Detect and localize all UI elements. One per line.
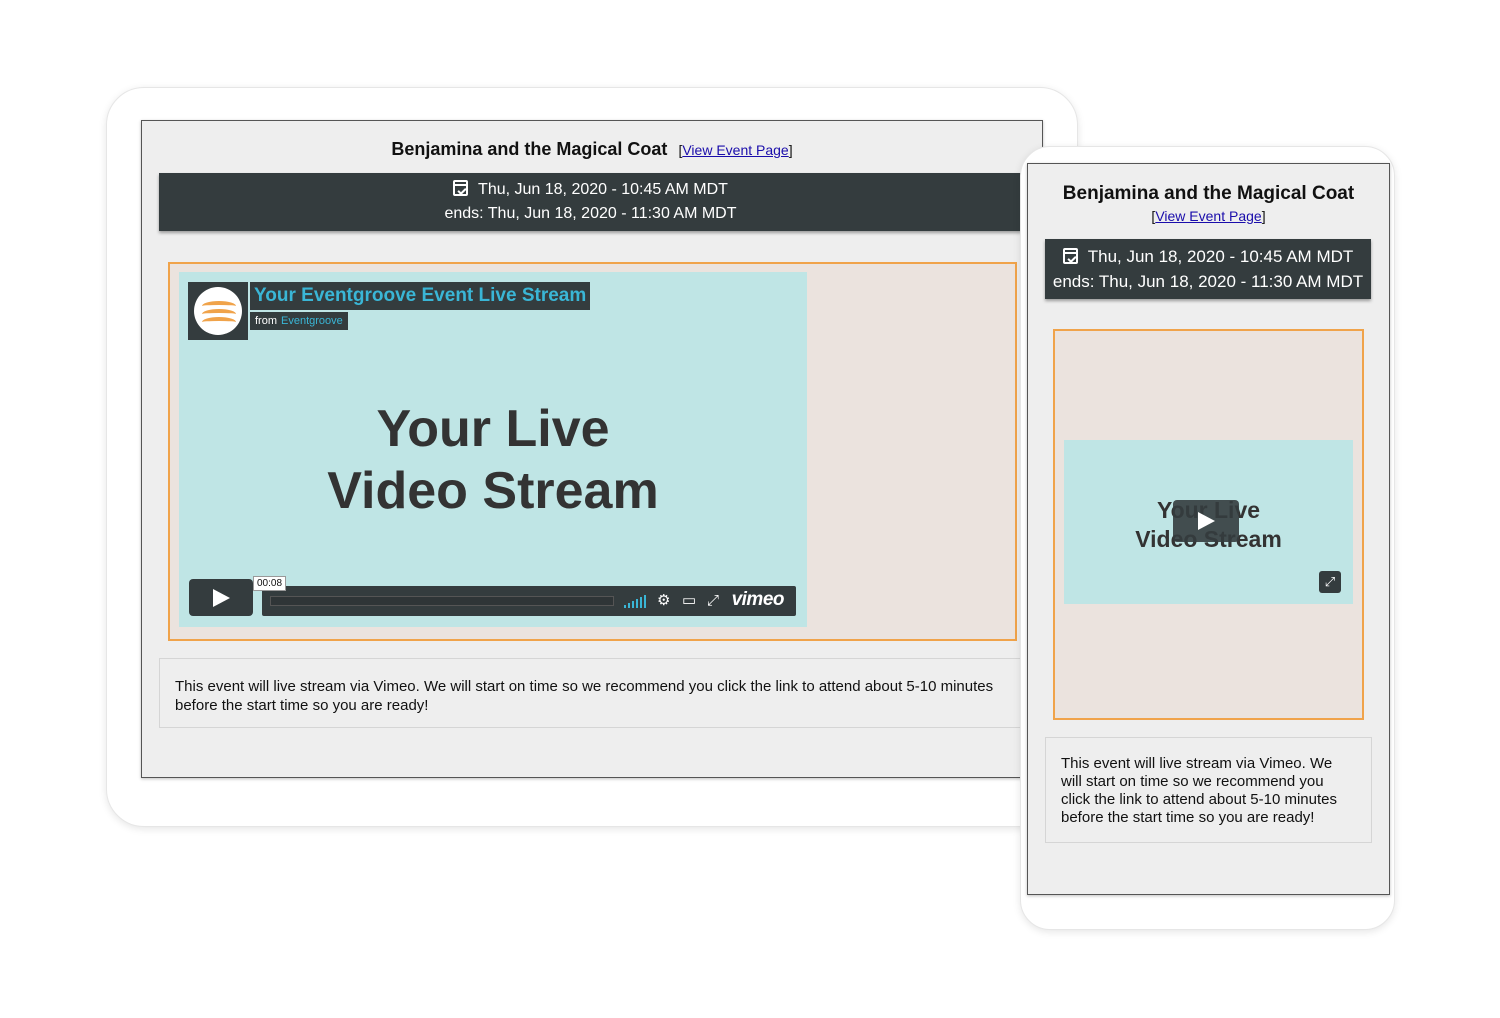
video-embed-frame: Your Eventgroove Event Live Stream from E… (168, 262, 1017, 641)
event-page-link-wrap: [View Event Page] (1028, 208, 1389, 224)
vimeo-logo[interactable]: vimeo (732, 589, 785, 611)
bracket-close: ] (1261, 208, 1266, 224)
event-date-bar: Thu, Jun 18, 2020 - 10:45 AM MDT ends: T… (159, 173, 1022, 231)
event-description: This event will live stream via Vimeo. W… (159, 658, 1023, 728)
airplay-icon[interactable]: ▭ (682, 592, 696, 610)
byline-channel-link[interactable]: Eventgroove (281, 315, 343, 327)
playback-timestamp: 00:08 (253, 576, 287, 591)
placeholder-line-2: Video Stream (327, 462, 659, 520)
event-header: Benjamina and the Magical Coat [View Eve… (142, 139, 1042, 160)
fullscreen-icon[interactable]: ⤢ (1319, 571, 1341, 593)
event-start-row: Thu, Jun 18, 2020 - 10:45 AM MDT (159, 178, 1022, 202)
event-title: Benjamina and the Magical Coat (1062, 183, 1355, 204)
phone-screen: Benjamina and the Magical Coat [View Eve… (1027, 163, 1390, 895)
event-title: Benjamina and the Magical Coat (391, 139, 668, 159)
player-controls-bar: ⚙ ▭ ⤢ vimeo (262, 586, 796, 616)
event-description: This event will live stream via Vimeo. W… (1045, 737, 1372, 843)
event-start-time: Thu, Jun 18, 2020 - 10:45 AM MDT (1087, 247, 1354, 266)
play-icon (213, 589, 230, 607)
eventgroove-logo-icon (194, 287, 242, 335)
tablet-screen: Benjamina and the Magical Coat [View Eve… (141, 120, 1043, 778)
play-icon (1198, 512, 1215, 530)
placeholder-line-1: Your Live (376, 400, 610, 458)
video-player[interactable]: Your Live Video Stream ⤢ (1064, 440, 1353, 604)
video-placeholder-text: Your Live Video Stream (179, 398, 807, 522)
play-button[interactable] (1173, 500, 1239, 542)
event-page-link-wrap: [View Event Page] (678, 142, 792, 158)
view-event-page-link[interactable]: View Event Page (682, 142, 788, 158)
video-title[interactable]: Your Eventgroove Event Live Stream (250, 282, 591, 310)
volume-bars-icon[interactable] (624, 594, 648, 608)
event-date-bar: Thu, Jun 18, 2020 - 10:45 AM MDT ends: T… (1045, 239, 1371, 299)
bracket-close: ] (788, 142, 793, 158)
video-player[interactable]: Your Eventgroove Event Live Stream from E… (179, 272, 807, 627)
video-embed-frame: Your Live Video Stream ⤢ (1053, 329, 1364, 720)
event-end-time: ends: Thu, Jun 18, 2020 - 11:30 AM MDT (1052, 272, 1364, 291)
channel-logo[interactable] (188, 282, 248, 340)
progress-bar[interactable] (270, 596, 614, 606)
gear-icon[interactable]: ⚙ (657, 592, 670, 610)
view-event-page-link[interactable]: View Event Page (1155, 208, 1261, 224)
play-button[interactable] (189, 579, 253, 616)
calendar-check-icon (453, 180, 469, 196)
calendar-check-icon (1062, 248, 1078, 264)
event-start-time: Thu, Jun 18, 2020 - 10:45 AM MDT (478, 181, 728, 198)
byline-from: from (255, 315, 277, 327)
fullscreen-icon[interactable]: ⤢ (707, 592, 719, 610)
event-end-time: ends: Thu, Jun 18, 2020 - 11:30 AM MDT (444, 205, 737, 222)
event-start-row: Thu, Jun 18, 2020 - 10:45 AM MDT (1045, 244, 1371, 269)
video-byline: from Eventgroove (250, 312, 348, 330)
